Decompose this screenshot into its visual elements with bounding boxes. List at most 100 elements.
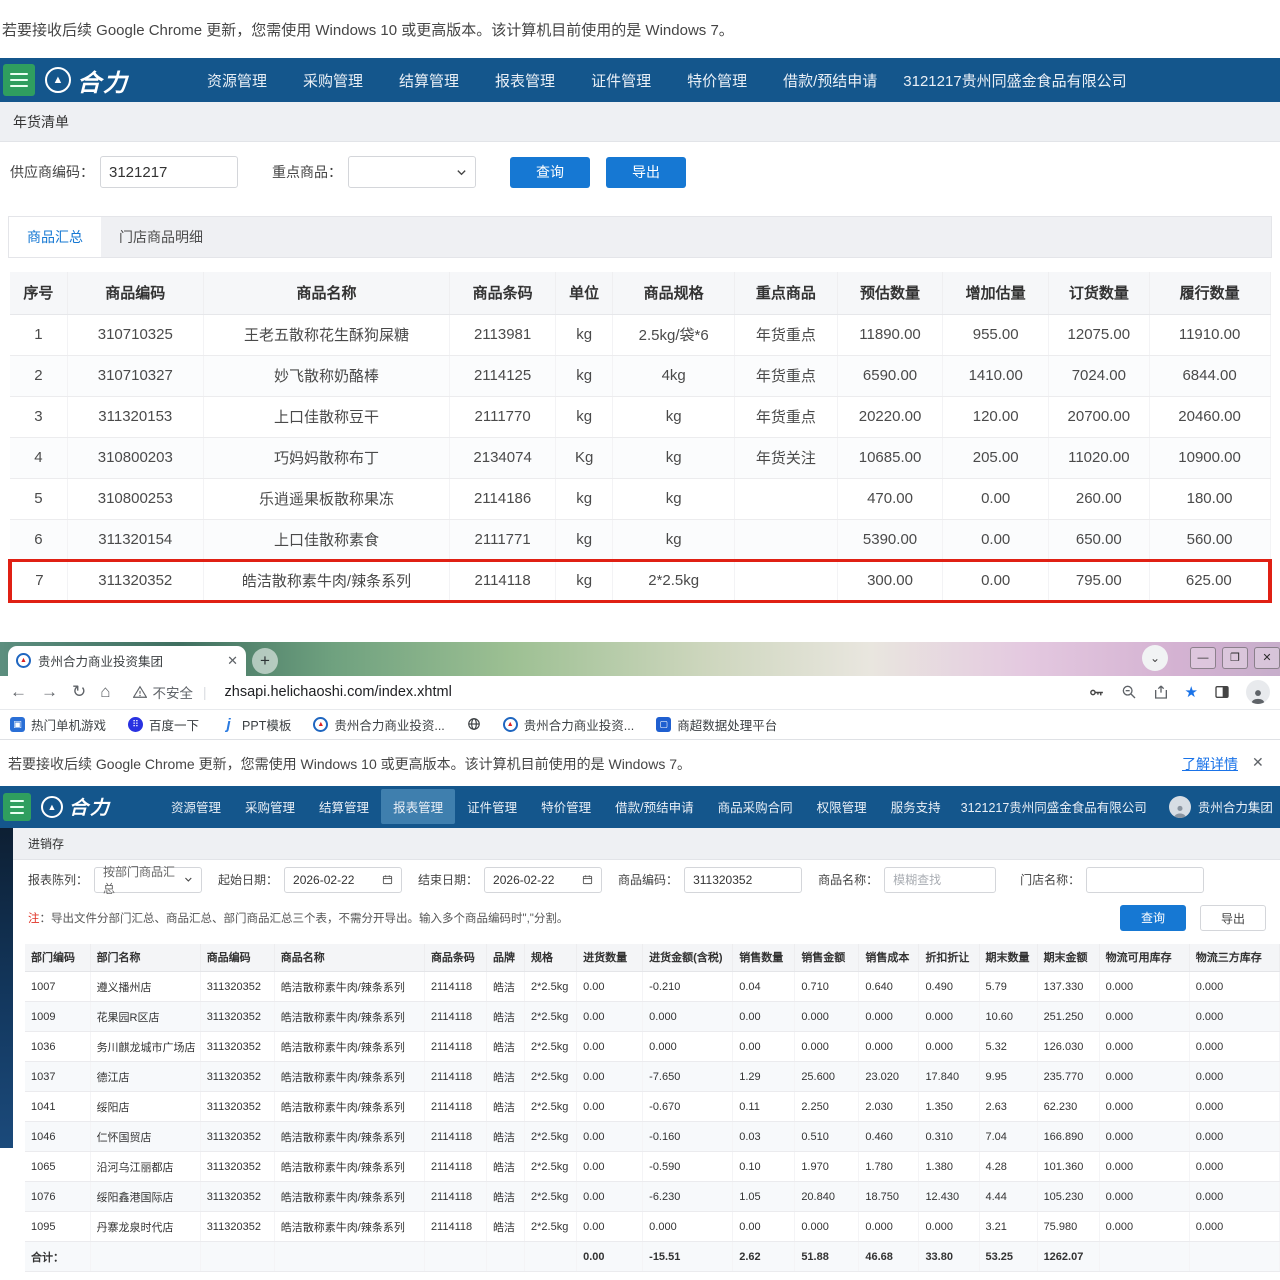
nav-item[interactable]: 资源管理 [189, 61, 285, 100]
nav-item[interactable]: 特价管理 [669, 61, 765, 100]
bookmark-item[interactable]: ▢商超数据处理平台 [656, 715, 777, 734]
table-row[interactable]: 1037德江店311320352皓洁散称素牛肉/辣条系列2114118皓洁2*2… [25, 1062, 1280, 1092]
product-code-value: 311320352 [693, 873, 752, 887]
table-row[interactable]: 1041绥阳店311320352皓洁散称素牛肉/辣条系列2114118皓洁2*2… [25, 1092, 1280, 1122]
bookmark-star-icon[interactable]: ★ [1185, 683, 1198, 701]
nav-item[interactable]: 证件管理 [455, 789, 529, 824]
table-row[interactable]: 5310800253乐逍遥果板散称果冻2114186kgkg470.000.00… [10, 478, 1270, 519]
table-row[interactable]: 1036务川麒龙城市广场店311320352皓洁散称素牛肉/辣条系列211411… [25, 1032, 1280, 1062]
nav-item[interactable]: 商品采购合同 [706, 789, 805, 824]
app-logo: ▲ 合力 [41, 793, 111, 820]
baidu-favicon-icon: ⠿ [128, 717, 143, 732]
report-type-select[interactable]: 按部门商品汇总 [94, 867, 202, 893]
column-header: 部门名称 [90, 944, 200, 972]
back-icon[interactable]: ← [10, 682, 27, 702]
table-row[interactable]: 1310710325王老五散称花生酥狗屎糖2113981kg2.5kg/袋*6年… [10, 314, 1270, 355]
table-row[interactable]: 7311320352皓洁散称素牛肉/辣条系列2114118kg2*2.5kg30… [10, 560, 1270, 601]
user-box[interactable]: 贵州合力集团 [1169, 796, 1273, 818]
cell-est: 20220.00 [837, 396, 943, 437]
table-row[interactable]: 3311320153上口佳散称豆干2111770kgkg年货重点20220.00… [10, 396, 1270, 437]
forward-icon[interactable]: → [41, 682, 58, 702]
bookmark-item[interactable]: ▲贵州合力商业投资... [313, 715, 444, 734]
learn-more-link[interactable]: 了解详情 [1182, 754, 1238, 774]
cell-seq: 2 [10, 355, 67, 396]
hamburger-menu-icon[interactable] [3, 793, 31, 821]
nav-item[interactable]: 结算管理 [381, 61, 477, 100]
nav-item[interactable]: 报表管理 [381, 789, 455, 824]
security-chip[interactable]: 不安全 | [133, 682, 211, 702]
nav-item[interactable]: 采购管理 [285, 61, 381, 100]
cell-sa: 51.88 [795, 1242, 859, 1272]
table-row[interactable]: 2310710327妙飞散称奶酪棒2114125kg4kg年货重点6590.00… [10, 355, 1270, 396]
cell-code: 310800253 [67, 478, 203, 519]
supplier-code-input[interactable]: 3121217 [100, 156, 238, 188]
table-row[interactable]: 1046仁怀国贸店311320352皓洁散称素牛肉/辣条系列2114118皓洁2… [25, 1122, 1280, 1152]
table-row[interactable]: 合计：0.00-15.512.6251.8846.6833.8053.25126… [25, 1242, 1280, 1272]
table-row[interactable]: 1007遵义播州店311320352皓洁散称素牛肉/辣条系列2114118皓洁2… [25, 972, 1280, 1002]
profile-avatar-icon[interactable] [1246, 680, 1270, 704]
window-close-button[interactable]: ✕ [1254, 647, 1280, 669]
zoom-out-icon[interactable] [1121, 684, 1137, 700]
nav-item[interactable]: 借款/预结申请 [765, 61, 895, 100]
bookmark-item[interactable]: ▣热门单机游戏 [10, 715, 106, 734]
new-tab-button[interactable]: + [252, 648, 278, 674]
cell-name: 皓洁散称素牛肉/辣条系列 [274, 1032, 424, 1062]
bookmark-item[interactable] [467, 717, 481, 731]
tab-store-detail[interactable]: 门店商品明细 [101, 217, 221, 257]
bookmark-item[interactable]: ▲贵州合力商业投资... [503, 715, 634, 734]
export-button[interactable]: 导出 [1200, 905, 1266, 931]
table-row[interactable]: 1076绥阳鑫港国际店311320352皓洁散称素牛肉/辣条系列2114118皓… [25, 1182, 1280, 1212]
nav-item[interactable]: 权限管理 [805, 789, 879, 824]
browser-tab[interactable]: ▲ 贵州合力商业投资集团 ✕ [8, 646, 246, 676]
nav-item[interactable]: 证件管理 [573, 61, 669, 100]
cell-seq: 4 [10, 437, 67, 478]
table-row[interactable]: 4310800203巧妈妈散称布丁2134074Kgkg年货关注10685.00… [10, 437, 1270, 478]
cell-code: 310710327 [67, 355, 203, 396]
hamburger-menu-icon[interactable] [3, 64, 35, 96]
share-icon[interactable] [1153, 684, 1169, 700]
nav-item[interactable]: 服务支持 [879, 789, 953, 824]
nav-item[interactable]: 资源管理 [159, 789, 233, 824]
banner-close-icon[interactable]: ✕ [1252, 754, 1270, 771]
nav-item[interactable]: 借款/预结申请 [603, 789, 705, 824]
cell-dname: 沿河乌江丽都店 [90, 1152, 200, 1182]
product-code-input[interactable]: 311320352 [684, 867, 802, 893]
side-panel-icon[interactable] [1214, 684, 1230, 700]
cell-ea: 137.330 [1037, 972, 1099, 1002]
store-name-input[interactable] [1086, 867, 1204, 893]
table-row[interactable]: 1065沿河乌江丽都店311320352皓洁散称素牛肉/辣条系列2114118皓… [25, 1152, 1280, 1182]
query-button[interactable]: 查询 [1120, 905, 1186, 931]
reload-icon[interactable]: ↻ [72, 682, 86, 702]
cell-spec [525, 1242, 577, 1272]
password-key-icon[interactable] [1088, 684, 1105, 701]
end-date-input[interactable]: 2026-02-22 [484, 867, 602, 893]
home-icon[interactable]: ⌂ [100, 682, 110, 702]
tab-search-chevron-icon[interactable]: ⌄ [1142, 645, 1168, 671]
table-row[interactable]: 1095丹寨龙泉时代店311320352皓洁散称素牛肉/辣条系列2114118皓… [25, 1212, 1280, 1242]
cell-barcode: 2114118 [424, 1152, 486, 1182]
table-row[interactable]: 6311320154上口佳散称素食2111771kgkg5390.000.006… [10, 519, 1270, 560]
cell-order: 795.00 [1049, 560, 1150, 601]
nav-item[interactable]: 结算管理 [307, 789, 381, 824]
nav-item[interactable]: 特价管理 [529, 789, 603, 824]
tab-close-icon[interactable]: ✕ [227, 653, 238, 669]
window-restore-button[interactable]: ❐ [1222, 647, 1248, 669]
key-product-select[interactable] [348, 156, 476, 188]
export-button[interactable]: 导出 [606, 157, 686, 188]
url-text[interactable]: zhsapi.helichaoshi.com/index.xhtml [225, 684, 1074, 700]
bookmark-item[interactable]: jPPT模板 [221, 715, 291, 734]
product-name-input[interactable]: 模糊查找 [884, 867, 996, 893]
product-name-label: 商品名称： [818, 871, 878, 888]
nav-item[interactable]: 采购管理 [233, 789, 307, 824]
window-minimize-button[interactable]: — [1190, 647, 1216, 669]
security-label: 不安全 [153, 682, 194, 702]
tab-product-summary[interactable]: 商品汇总 [9, 217, 101, 257]
start-date-input[interactable]: 2026-02-22 [284, 867, 402, 893]
bookmark-item[interactable]: ⠿百度一下 [128, 715, 199, 734]
table-row[interactable]: 1009花果园R区店311320352皓洁散称素牛肉/辣条系列2114118皓洁… [25, 1002, 1280, 1032]
cell-order: 650.00 [1049, 519, 1150, 560]
column-header: 销售金额 [795, 944, 859, 972]
cell-seq: 7 [10, 560, 67, 601]
query-button[interactable]: 查询 [510, 157, 590, 188]
nav-item[interactable]: 报表管理 [477, 61, 573, 100]
